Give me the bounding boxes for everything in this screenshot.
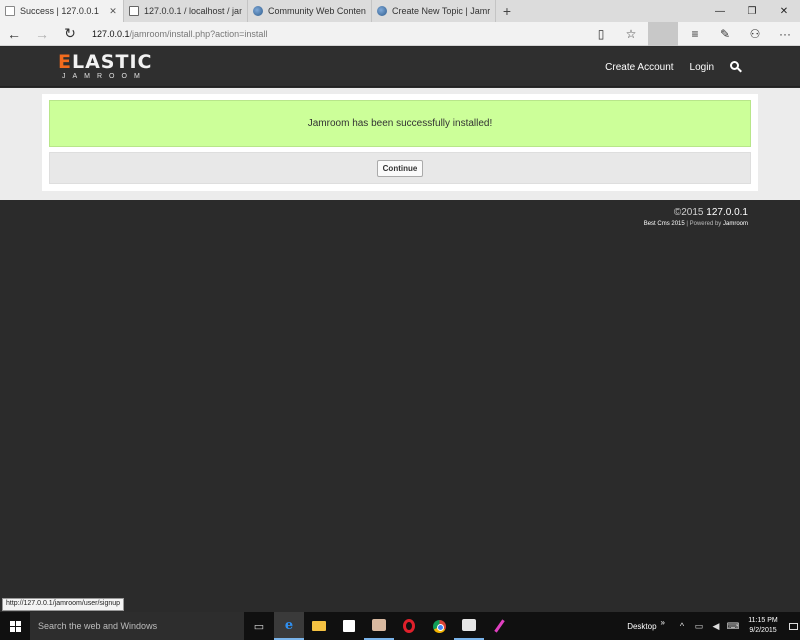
globe-icon (253, 6, 263, 16)
minimize-icon[interactable]: — (704, 0, 736, 22)
toolbar-actions: ▯ ☆ ≡ ✎ ⚇ ··· (586, 21, 800, 46)
forward-arrow-icon[interactable]: → (28, 22, 56, 46)
address-bar[interactable]: 127.0.0.1/jamroom/install.php?action=ins… (92, 29, 586, 39)
tab-community[interactable]: Community Web Content M (248, 0, 372, 22)
continue-button[interactable]: Continue (376, 159, 424, 177)
logo-subtitle: JAMROOM (62, 73, 147, 80)
page-icon (129, 6, 139, 16)
tab-success[interactable]: Success | 127.0.0.1 ✕ (0, 0, 124, 22)
tab-title: Create New Topic | Jamroom (392, 6, 490, 16)
system-tray: Desktop » ^ ▭ ◀ ⌨ 11:15 PM 9/2/2015 (627, 612, 800, 640)
windows-taskbar: Search the web and Windows ▭ e Desktop »… (0, 612, 800, 640)
notifications-icon[interactable] (786, 612, 800, 640)
divider (648, 21, 678, 46)
copyright-host: 127.0.0.1 (706, 207, 748, 218)
close-icon[interactable]: ✕ (768, 0, 800, 22)
restore-icon[interactable]: ❐ (736, 0, 768, 22)
page-icon (5, 6, 15, 16)
credit-right[interactable]: Jamroom (723, 221, 748, 227)
globe-icon (377, 6, 387, 16)
edge-icon[interactable]: e (274, 612, 304, 640)
start-button[interactable] (0, 612, 30, 640)
web-note-icon[interactable]: ✎ (710, 22, 740, 46)
address-host: 127.0.0.1 (92, 28, 130, 39)
success-message: Jamroom has been successfully installed! (307, 118, 493, 129)
copyright: ©2015 127.0.0.1 (673, 207, 748, 218)
new-tab-button[interactable]: + (496, 0, 518, 22)
desktop-toolbar-label[interactable]: Desktop (627, 622, 656, 631)
file-explorer-icon[interactable] (304, 612, 334, 640)
windows-logo-icon (9, 620, 21, 632)
site-nav: Create Account Login (589, 47, 742, 87)
toolbar-expand-icon[interactable]: » (661, 618, 665, 627)
site-footer: ©2015 127.0.0.1 Best Cms 2015 | Powered … (644, 207, 748, 227)
chrome-icon[interactable] (424, 612, 454, 640)
window-controls: — ❐ ✕ (704, 0, 800, 22)
tab-create-topic[interactable]: Create New Topic | Jamroom (372, 0, 496, 22)
tab-title: Community Web Content M (268, 6, 366, 16)
show-hidden-icons-icon[interactable]: ^ (675, 612, 689, 640)
tab-phpmyadmin[interactable]: 127.0.0.1 / localhost / jam | pl (124, 0, 248, 22)
task-view-icon[interactable]: ▭ (244, 612, 274, 640)
network-icon[interactable]: ▭ (692, 612, 706, 640)
browser-toolbar: ← → ↻ 127.0.0.1/jamroom/install.php?acti… (0, 21, 800, 46)
elastic-jamroom-logo[interactable]: ELASTIC JAMROOM (58, 53, 178, 81)
clock-time: 11:15 PM (748, 617, 778, 624)
refresh-icon[interactable]: ↻ (56, 22, 84, 46)
clock[interactable]: 11:15 PM 9/2/2015 (743, 616, 783, 636)
xampp-icon[interactable] (454, 612, 484, 640)
search-icon[interactable] (730, 61, 742, 73)
keyboard-icon[interactable]: ⌨ (726, 612, 740, 640)
credit-left[interactable]: Best Cms 2015 (644, 221, 685, 227)
hub-icon[interactable]: ≡ (680, 22, 710, 46)
address-path: /jamroom/install.php?action=install (129, 28, 268, 39)
app-icon[interactable] (364, 612, 394, 640)
share-icon[interactable]: ⚇ (740, 22, 770, 46)
store-icon[interactable] (334, 612, 364, 640)
tab-close-icon[interactable]: ✕ (108, 6, 118, 17)
taskbar-search[interactable]: Search the web and Windows (30, 612, 244, 640)
powered-by: Best Cms 2015 | Powered by Jamroom (643, 221, 748, 227)
create-account-link[interactable]: Create Account (605, 62, 673, 73)
more-icon[interactable]: ··· (770, 22, 800, 46)
action-row: Continue (49, 152, 751, 184)
clock-date: 9/2/2015 (749, 627, 777, 634)
volume-icon[interactable]: ◀ (709, 612, 723, 640)
favorite-star-icon[interactable]: ☆ (616, 22, 646, 46)
status-url: http://127.0.0.1/jamroom/user/signup (2, 598, 125, 611)
tab-title: Success | 127.0.0.1 (20, 6, 99, 16)
back-arrow-icon[interactable]: ← (0, 22, 28, 46)
feather-app-icon[interactable] (484, 612, 514, 640)
site-header: ELASTIC JAMROOM Create Account Login (0, 47, 800, 87)
login-link[interactable]: Login (690, 62, 714, 73)
tab-title: 127.0.0.1 / localhost / jam | pl (144, 6, 242, 16)
opera-icon[interactable] (394, 612, 424, 640)
browser-tab-bar: Success | 127.0.0.1 ✕ 127.0.0.1 / localh… (0, 0, 800, 22)
success-notice: Jamroom has been successfully installed! (49, 100, 751, 147)
logo-wordmark: ELASTIC (58, 51, 153, 73)
reading-view-icon[interactable]: ▯ (586, 22, 616, 46)
